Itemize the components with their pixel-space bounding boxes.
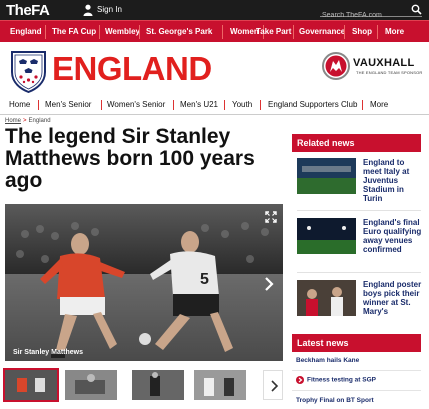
related-news-item[interactable]: England's final Euro qualifying away ven… xyxy=(297,218,421,256)
breadcrumb-home[interactable]: Home xyxy=(5,118,21,124)
logo-fa-text: FA xyxy=(31,2,50,19)
hero-caption: Sir Stanley Matthews xyxy=(13,349,84,356)
nav-divider xyxy=(101,100,102,110)
nav-divider xyxy=(45,25,46,39)
latest-news-header: Latest news xyxy=(292,334,421,352)
svg-text:5: 5 xyxy=(200,271,209,288)
user-icon[interactable] xyxy=(83,4,93,16)
chevron-right-icon xyxy=(271,380,279,392)
gallery-thumbnail[interactable] xyxy=(65,370,117,400)
gallery-thumbnail[interactable] xyxy=(132,370,184,400)
logo-the-text: The xyxy=(6,2,32,19)
breadcrumb: Home > England xyxy=(5,118,51,124)
nav-divider xyxy=(38,100,39,110)
latest-news-item[interactable]: Fitness testing at SGP xyxy=(296,376,376,384)
main-nav-fa-cup[interactable]: The FA Cup xyxy=(52,27,96,36)
latest-news-item[interactable]: Trophy Final on BT Sport xyxy=(296,397,374,404)
main-nav-england[interactable]: England xyxy=(10,27,42,36)
nav-divider xyxy=(222,25,223,39)
nav-divider xyxy=(173,100,174,110)
section-nav-home[interactable]: Home xyxy=(9,100,30,109)
nav-underline xyxy=(0,114,429,115)
related-news-thumbnail xyxy=(297,218,356,254)
thefa-logo[interactable]: TheFA xyxy=(6,2,50,19)
related-news-item[interactable]: England poster boys pick their winner at… xyxy=(297,280,421,318)
main-nav-shop[interactable]: Shop xyxy=(352,27,372,36)
main-nav-take-part[interactable]: Take Part xyxy=(256,27,291,36)
article-headline: The legend Sir Stanley Matthews born 100… xyxy=(5,125,255,192)
related-news-item[interactable]: England to meet Italy at Juventus Stadiu… xyxy=(297,158,421,203)
main-nav-women[interactable]: Women xyxy=(230,27,259,36)
page-title: ENGLAND xyxy=(52,50,212,87)
gallery-thumbnails xyxy=(3,368,283,402)
search-icon[interactable] xyxy=(411,4,422,15)
section-nav-mens-senior[interactable]: Men's Senior xyxy=(45,100,91,109)
section-nav-more[interactable]: More xyxy=(370,100,388,109)
breadcrumb-separator-icon: > xyxy=(23,118,27,124)
divider xyxy=(297,272,421,273)
main-nav-st-georges-park[interactable]: St. George's Park xyxy=(146,27,212,36)
nav-divider xyxy=(224,100,225,110)
gallery-thumbnail[interactable] xyxy=(3,368,59,402)
gallery-thumbnail[interactable] xyxy=(194,370,246,400)
section-nav-womens-senior[interactable]: Women's Senior xyxy=(107,100,165,109)
sponsor-tagline: THE ENGLAND TEAM SPONSOR xyxy=(356,70,423,75)
chevron-right-icon[interactable] xyxy=(263,276,275,292)
divider xyxy=(292,390,421,391)
related-news-title[interactable]: England poster boys pick their winner at… xyxy=(363,280,423,316)
nav-divider xyxy=(139,25,140,39)
related-news-title[interactable]: England to meet Italy at Juventus Stadiu… xyxy=(363,158,423,203)
breadcrumb-current: England xyxy=(28,118,51,124)
main-nav: England The FA Cup Wembley St. George's … xyxy=(0,20,429,42)
related-news-thumbnail xyxy=(297,158,356,194)
nav-divider xyxy=(260,100,261,110)
top-bar: TheFA Sign In xyxy=(0,0,429,22)
sponsor-name: VAUXHALL xyxy=(353,57,415,69)
section-nav-youth[interactable]: Youth xyxy=(232,100,252,109)
related-news-title[interactable]: England's final Euro qualifying away ven… xyxy=(363,218,423,254)
section-nav-supporters-club[interactable]: England Supporters Club xyxy=(268,100,357,109)
divider xyxy=(292,370,421,371)
section-nav-mens-u21[interactable]: Men's U21 xyxy=(180,100,218,109)
nav-divider xyxy=(293,25,294,39)
hero-photo: 5 xyxy=(5,204,283,361)
main-nav-governance[interactable]: Governance xyxy=(299,27,345,36)
vauxhall-griffin-logo[interactable] xyxy=(322,52,350,80)
arrow-right-icon xyxy=(296,376,304,384)
section-nav: Home Men's Senior Women's Senior Men's U… xyxy=(0,96,429,114)
nav-divider xyxy=(377,25,378,39)
latest-news-item[interactable]: Beckham hails Kane xyxy=(296,357,359,364)
divider xyxy=(297,210,421,211)
hero-image[interactable]: 5 Sir Stanley Matthews xyxy=(5,204,283,361)
related-news-thumbnail xyxy=(297,280,356,316)
main-nav-more[interactable]: More xyxy=(385,27,404,36)
search-box xyxy=(320,4,422,22)
england-crest-logo[interactable] xyxy=(10,50,47,93)
nav-divider xyxy=(362,100,363,110)
related-news-header: Related news xyxy=(292,134,421,152)
nav-divider xyxy=(99,25,100,39)
nav-divider xyxy=(344,25,345,39)
sign-in-link[interactable]: Sign In xyxy=(97,5,122,14)
latest-news-title: Fitness testing at SGP xyxy=(307,376,376,384)
fullscreen-expand-icon[interactable] xyxy=(265,211,277,223)
main-nav-wembley[interactable]: Wembley xyxy=(105,27,140,36)
thumbnail-next-button[interactable] xyxy=(263,370,283,400)
